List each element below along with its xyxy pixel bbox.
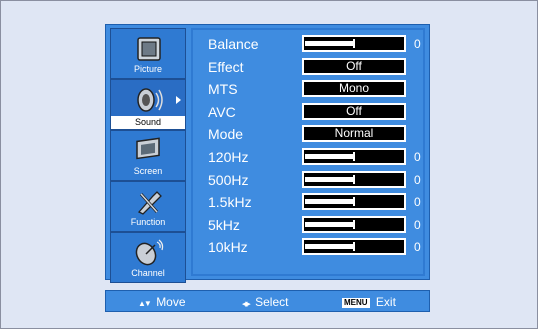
level-slider[interactable] — [302, 170, 406, 188]
move-label: Move — [156, 295, 186, 309]
up-down-arrow-icon: ▲▼ — [138, 299, 152, 308]
setting-label: 10kHz — [208, 239, 248, 256]
setting-row-balance[interactable]: Balance 0 — [193, 32, 423, 54]
setting-value: 0 — [414, 195, 421, 210]
slider-fill — [305, 199, 353, 205]
setting-value: 0 — [414, 217, 421, 232]
tab-label: Picture — [133, 64, 162, 74]
select-label: Select — [255, 295, 289, 309]
footer-hints: ▲▼ Move ◀▶ Select MENU Exit — [105, 290, 430, 312]
tab-screen[interactable]: Screen — [110, 130, 186, 181]
setting-row-mts[interactable]: MTS Mono — [193, 77, 423, 99]
tab-sound[interactable]: Sound — [110, 79, 186, 130]
setting-row-500hz[interactable]: 500Hz 0 — [193, 168, 423, 190]
screen-icon — [136, 137, 160, 160]
exit-label: Exit — [375, 295, 396, 309]
setting-row-avc[interactable]: AVC Off — [193, 100, 423, 122]
slider-knob[interactable] — [353, 197, 355, 207]
tab-label: Function — [130, 217, 166, 227]
slider-knob[interactable] — [353, 219, 355, 229]
slider-fill — [305, 176, 353, 182]
channel-icon — [135, 239, 164, 266]
setting-row-mode[interactable]: Mode Normal — [193, 122, 423, 144]
setting-label: Effect — [208, 58, 244, 75]
setting-label: Balance — [208, 36, 259, 52]
setting-label: 500Hz — [208, 171, 249, 188]
setting-value: 0 — [414, 240, 421, 255]
menu-key-badge: MENU — [342, 298, 370, 308]
setting-row-10khz[interactable]: 10kHz 0 — [193, 235, 423, 257]
setting-value: 0 — [414, 172, 421, 187]
setting-label: Mode — [208, 126, 244, 143]
category-tabs: Picture Sound Screen Function Channel — [110, 28, 186, 283]
setting-value: 0 — [414, 37, 421, 51]
slider-knob[interactable] — [353, 174, 355, 184]
setting-row-1-5khz[interactable]: 1.5kHz 0 — [193, 190, 423, 212]
setting-label: MTS — [208, 81, 238, 98]
left-right-arrow-icon: ◀▶ — [242, 301, 251, 308]
tab-function[interactable]: Function — [110, 181, 186, 232]
slider-knob[interactable] — [353, 242, 355, 252]
option-selector[interactable]: Off — [302, 57, 406, 75]
osd-menu: Picture Sound Screen Function Channel Ba… — [105, 24, 430, 283]
option-selector[interactable]: Normal — [302, 125, 406, 143]
tab-label: Sound — [111, 116, 185, 129]
option-selector[interactable]: Mono — [302, 80, 406, 98]
picture-icon — [137, 37, 161, 61]
slider-fill — [305, 221, 353, 227]
setting-label: 1.5kHz — [208, 194, 252, 211]
sound-icon — [137, 88, 163, 112]
option-selector[interactable]: Off — [302, 102, 406, 120]
slider-fill — [305, 41, 353, 46]
level-slider[interactable] — [302, 35, 406, 52]
slider-fill — [305, 244, 353, 250]
function-icon — [137, 191, 162, 215]
setting-label: 120Hz — [208, 149, 249, 165]
tab-label: Channel — [131, 268, 165, 278]
setting-row-5khz[interactable]: 5kHz 0 — [193, 213, 423, 235]
level-slider[interactable] — [302, 148, 406, 165]
level-slider[interactable] — [302, 215, 406, 233]
tab-label: Screen — [133, 166, 163, 176]
select-hint: ◀▶ Select — [242, 295, 288, 309]
setting-label: 5kHz — [208, 216, 240, 233]
setting-label: AVC — [208, 103, 236, 120]
slider-fill — [305, 154, 353, 159]
exit-hint: MENU Exit — [342, 295, 396, 309]
move-hint: ▲▼ Move — [138, 295, 186, 309]
setting-value: 0 — [414, 150, 421, 164]
setting-row-120hz[interactable]: 120Hz 0 — [193, 145, 423, 167]
tab-picture[interactable]: Picture — [110, 28, 186, 79]
sound-settings-panel: Balance 0 Effect Off MTS Mono AVC Off Mode Normal… — [191, 28, 425, 276]
slider-knob[interactable] — [353, 152, 355, 161]
slider-knob[interactable] — [353, 39, 355, 48]
tab-channel[interactable]: Channel — [110, 232, 186, 283]
level-slider[interactable] — [302, 238, 406, 256]
setting-row-effect[interactable]: Effect Off — [193, 55, 423, 77]
chevron-right-icon — [176, 96, 181, 104]
level-slider[interactable] — [302, 193, 406, 211]
